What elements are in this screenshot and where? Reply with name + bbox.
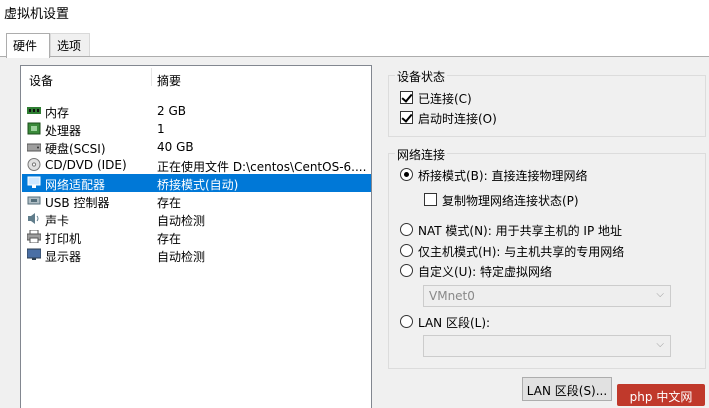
column-header-summary[interactable]: 摘要 xyxy=(157,72,181,89)
lan-segment-select[interactable]: ⌵ xyxy=(423,335,671,357)
device-summary: 自动检测 xyxy=(157,214,206,228)
device-summary: 正在使用文件 D:\centos\CentOS-6.... xyxy=(157,160,367,174)
network-connection-title: 网络连接 xyxy=(395,146,448,163)
harddisk-icon xyxy=(27,143,41,152)
network-adapter-icon xyxy=(27,176,41,188)
monitor-icon xyxy=(27,248,41,260)
device-name: 声卡 xyxy=(45,214,70,228)
device-summary: 存在 xyxy=(157,196,182,210)
nat-label: NAT 模式(N): 用于共享主机的 IP 地址 xyxy=(418,224,623,238)
checkbox-checked-icon[interactable] xyxy=(400,111,413,124)
radio-selected-icon[interactable] xyxy=(400,168,413,181)
device-list[interactable]: 设备 摘要 内存 2 GB 处理器 1 硬盘(SCSI) 40 GB CD/DV… xyxy=(20,65,372,408)
device-name: 打印机 xyxy=(45,232,82,246)
device-status-group: 设备状态 已连接(C) 启动时连接(O) xyxy=(388,68,706,137)
device-summary: 40 GB xyxy=(157,140,194,154)
radio-unselected-icon[interactable] xyxy=(400,244,413,257)
memory-icon xyxy=(27,107,41,114)
watermark-logo: php 中文网 xyxy=(617,384,705,406)
device-summary: 2 GB xyxy=(157,104,186,118)
custom-network-select[interactable]: VMnet0 ⌵ xyxy=(423,285,671,307)
replicate-state-label: 复制物理网络连接状态(P) xyxy=(442,194,579,208)
device-row-printer[interactable]: 打印机 存在 xyxy=(22,228,371,246)
device-name: USB 控制器 xyxy=(45,196,110,210)
device-name: 显示器 xyxy=(45,250,82,264)
custom-label: 自定义(U): 特定虚拟网络 xyxy=(418,265,553,279)
bridged-label: 桥接模式(B): 直接连接物理网络 xyxy=(418,169,588,183)
device-name: 处理器 xyxy=(45,124,82,138)
column-header-device[interactable]: 设备 xyxy=(29,72,53,89)
column-divider[interactable] xyxy=(151,68,152,86)
device-row-processor[interactable]: 处理器 1 xyxy=(22,120,371,138)
device-row-network-adapter[interactable]: 网络适配器 桥接模式(自动) xyxy=(22,174,371,192)
device-summary: 自动检测 xyxy=(157,250,206,264)
tab-options[interactable]: 选项 xyxy=(50,33,90,57)
device-row-cd-dvd[interactable]: CD/DVD (IDE) 正在使用文件 D:\centos\CentOS-6..… xyxy=(22,156,371,174)
device-row-display[interactable]: 显示器 自动检测 xyxy=(22,246,371,264)
radio-unselected-icon[interactable] xyxy=(400,223,413,236)
lan-segments-button[interactable]: LAN 区段(S)... xyxy=(522,377,612,401)
tab-content: 设备 摘要 内存 2 GB 处理器 1 硬盘(SCSI) 40 GB CD/DV… xyxy=(0,56,709,408)
printer-icon xyxy=(27,230,41,243)
custom-network-value: VMnet0 xyxy=(429,289,475,303)
chevron-down-icon: ⌵ xyxy=(656,289,664,300)
checkbox-checked-icon[interactable] xyxy=(400,91,413,104)
device-name: 内存 xyxy=(45,106,70,120)
connect-at-power-on-label: 启动时连接(O) xyxy=(418,112,497,126)
radio-unselected-icon[interactable] xyxy=(400,264,413,277)
tab-strip: 硬件 选项 xyxy=(0,33,709,58)
sound-icon xyxy=(28,213,39,224)
device-list-header: 设备 摘要 xyxy=(21,66,371,88)
device-name: CD/DVD (IDE) xyxy=(45,158,127,172)
tab-hardware[interactable]: 硬件 xyxy=(6,33,50,58)
device-row-harddisk[interactable]: 硬盘(SCSI) 40 GB xyxy=(22,138,371,156)
checkbox-unchecked-icon[interactable] xyxy=(424,193,437,206)
device-summary: 存在 xyxy=(157,232,182,246)
device-summary: 1 xyxy=(157,122,165,136)
device-name: 硬盘(SCSI) xyxy=(45,142,106,156)
device-name: 网络适配器 xyxy=(45,178,106,192)
device-status-title: 设备状态 xyxy=(395,68,448,85)
lan-segment-label: LAN 区段(L): xyxy=(418,316,491,330)
cpu-icon xyxy=(27,122,41,135)
device-summary: 桥接模式(自动) xyxy=(157,178,239,192)
title-bar: 虚拟机设置 xyxy=(0,0,709,28)
radio-unselected-icon[interactable] xyxy=(400,315,413,328)
host-only-label: 仅主机模式(H): 与主机共享的专用网络 xyxy=(418,245,625,259)
connected-label: 已连接(C) xyxy=(418,92,472,106)
cd-dvd-icon xyxy=(27,158,41,171)
chevron-down-icon: ⌵ xyxy=(656,339,664,350)
device-row-sound[interactable]: 声卡 自动检测 xyxy=(22,210,371,228)
window-title: 虚拟机设置 xyxy=(4,7,70,22)
device-row-memory[interactable]: 内存 2 GB xyxy=(22,102,371,120)
network-connection-group: 网络连接 桥接模式(B): 直接连接物理网络 复制物理网络连接状态(P) NAT… xyxy=(388,146,706,369)
usb-icon xyxy=(27,196,41,205)
device-row-usb[interactable]: USB 控制器 存在 xyxy=(22,192,371,210)
